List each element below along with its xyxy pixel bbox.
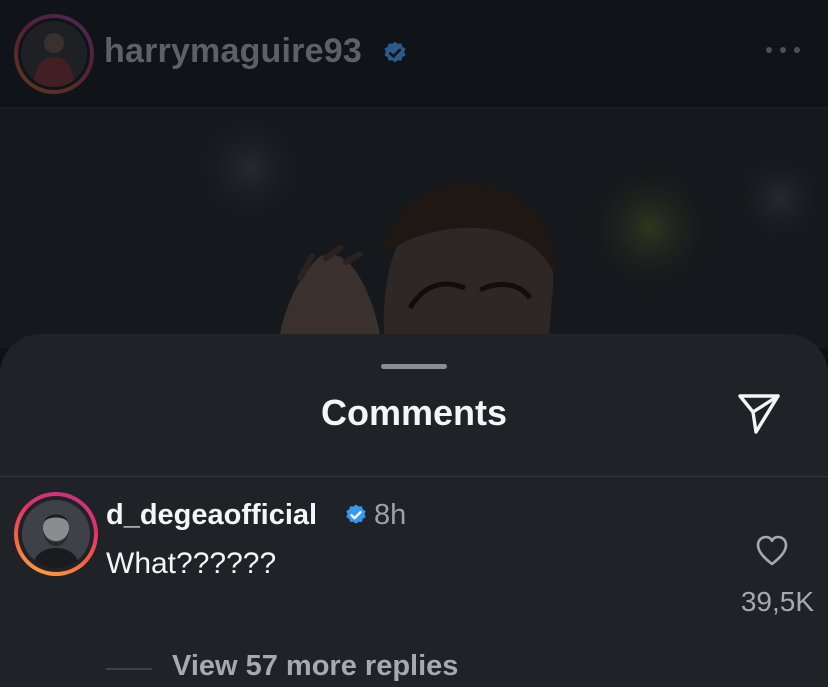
like-count: 39,5K <box>740 586 814 617</box>
comments-sheet: Comments d_degeaofficial 8h What?????? 3… <box>0 334 828 687</box>
more-horizontal-icon[interactable] <box>766 44 800 56</box>
instagram-post-screen: harrymaguire93 Comments d_degeaofficial … <box>0 0 828 687</box>
post-header: harrymaguire93 <box>0 0 828 108</box>
avatar-image <box>21 21 87 87</box>
verified-badge-icon <box>382 40 408 71</box>
heart-outline-icon[interactable] <box>755 534 789 568</box>
commenter-username[interactable]: d_degeaofficial <box>106 499 317 532</box>
commenter-avatar[interactable] <box>14 492 98 576</box>
verified-badge-icon <box>344 503 368 532</box>
sheet-grabber[interactable] <box>381 364 447 369</box>
replies-line <box>106 668 152 670</box>
paper-plane-icon[interactable] <box>736 390 782 436</box>
post-author-username[interactable]: harrymaguire93 <box>104 32 362 71</box>
sheet-title: Comments <box>320 392 508 433</box>
view-replies-button[interactable]: View 57 more replies <box>172 650 458 683</box>
post-photo <box>0 108 828 348</box>
comment-text: What?????? <box>106 547 277 580</box>
comment-timestamp: 8h <box>374 499 407 531</box>
post-author-avatar[interactable] <box>14 14 94 94</box>
avatar-image <box>22 500 90 568</box>
sheet-divider <box>0 476 828 477</box>
